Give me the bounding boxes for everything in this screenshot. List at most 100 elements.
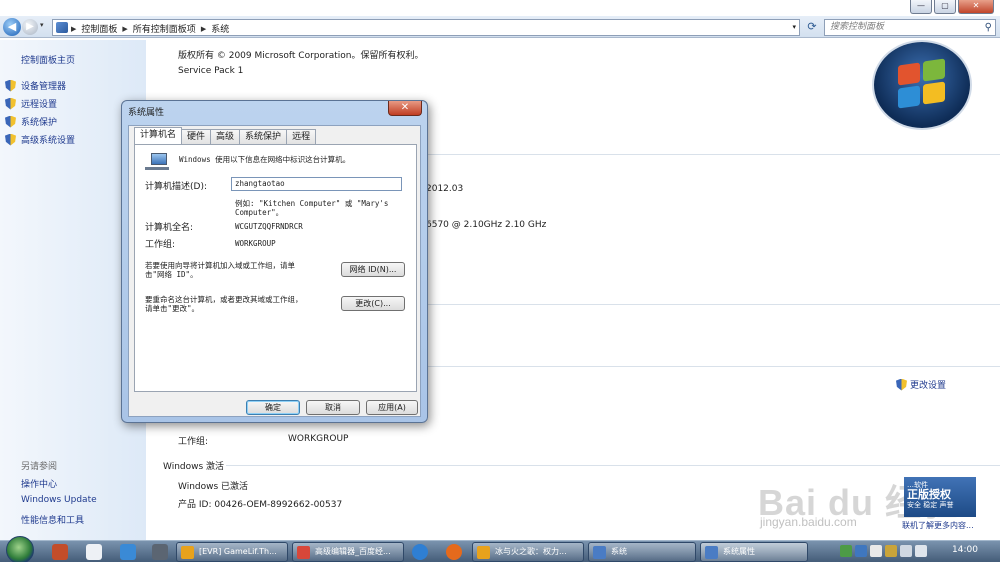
change-button[interactable]: 更改(C)... <box>341 296 405 311</box>
taskbar-item-label: 高级编辑器_百度经... <box>315 547 391 556</box>
taskbar-item-label: 冰与火之歌：权力... <box>495 547 567 556</box>
taskbar-item-system-properties[interactable]: 系统属性 <box>700 542 808 562</box>
intro-text: Windows 使用以下信息在网络中标识这台计算机。 <box>179 155 351 164</box>
quick-launch-icon[interactable] <box>152 544 168 560</box>
maximize-button[interactable]: ▢ <box>934 0 956 14</box>
breadcrumb-separator[interactable]: ▶ <box>201 25 206 33</box>
workgroup-value: WORKGROUP <box>235 239 276 248</box>
product-id-text: 产品 ID: 00426-OEM-8992662-00537 <box>178 500 343 510</box>
quick-launch-icon[interactable] <box>52 544 68 560</box>
rename-text-line1: 要重命名这台计算机，或者更改其域或工作组， <box>145 295 303 304</box>
control-panel-home-link[interactable]: 控制面板主页 <box>21 53 75 66</box>
tab-advanced[interactable]: 高级 <box>210 129 241 144</box>
search-placeholder: 搜索控制面板 <box>830 22 885 32</box>
tray-icon[interactable] <box>840 545 852 557</box>
windows-update-link[interactable]: Windows Update <box>21 495 97 505</box>
forward-button[interactable]: ▶ <box>22 19 38 35</box>
breadcrumb-system[interactable]: 系统 <box>211 22 229 35</box>
workgroup-value: WORKGROUP <box>288 434 349 444</box>
breadcrumb-all-items[interactable]: 所有控制面板项 <box>133 22 196 35</box>
processor-text: 6570 @ 2.10GHz 2.10 GHz <box>426 220 547 230</box>
performance-info-link[interactable]: 性能信息和工具 <box>21 513 84 526</box>
network-computer-icon <box>145 153 169 171</box>
firefox-icon[interactable] <box>446 544 462 560</box>
task-advanced-settings[interactable]: 高级系统设置 <box>5 133 75 146</box>
tab-remote[interactable]: 远程 <box>286 129 317 144</box>
network-id-button[interactable]: 网络 ID(N)... <box>341 262 405 277</box>
address-dropdown-icon[interactable]: ▾ <box>792 23 796 31</box>
tab-system-protection[interactable]: 系统保护 <box>239 129 288 144</box>
system-properties-dialog: 系统属性 ✕ 计算机名 硬件 高级 系统保护 远程 Windows 使用以下信息… <box>121 100 428 423</box>
network-icon[interactable] <box>900 545 912 557</box>
dialog-close-button[interactable]: ✕ <box>388 101 422 116</box>
shield-icon <box>5 133 16 146</box>
search-icon[interactable]: ⚲ <box>985 20 992 35</box>
rating-date-text: 2012.03 <box>426 184 464 194</box>
computer-description-input[interactable]: zhangtaotao <box>231 177 402 191</box>
quick-launch-icon[interactable] <box>86 544 102 560</box>
section-divider <box>426 304 1000 305</box>
clock[interactable]: 14:00 <box>952 545 978 555</box>
genuine-line3: 安全 稳定 声誉 <box>907 501 954 509</box>
system-properties-icon <box>705 546 718 559</box>
change-settings-link[interactable]: 更改设置 <box>896 378 946 391</box>
cancel-button[interactable]: 取消 <box>306 400 360 415</box>
ie-icon[interactable] <box>412 544 428 560</box>
start-button[interactable] <box>6 536 34 562</box>
tab-hardware[interactable]: 硬件 <box>181 129 212 144</box>
back-button[interactable]: ◀ <box>3 18 21 36</box>
change-settings-label: 更改设置 <box>910 381 947 391</box>
breadcrumb-separator[interactable]: ▶ <box>71 25 76 33</box>
address-input[interactable]: ▶ 控制面板 ▶ 所有控制面板项 ▶ 系统 ▾ <box>52 19 800 36</box>
action-center-link[interactable]: 操作中心 <box>21 477 57 490</box>
taskbar-item-system[interactable]: 系统 <box>588 542 696 562</box>
shield-icon <box>896 378 907 391</box>
system-tray <box>840 545 927 557</box>
workgroup-label: 工作组: <box>178 437 209 447</box>
task-device-manager[interactable]: 设备管理器 <box>5 79 66 92</box>
minimize-button[interactable]: — <box>910 0 932 14</box>
task-remote-settings[interactable]: 远程设置 <box>5 97 57 110</box>
taskbar-item-evr[interactable]: [EVR] GameLif.Th... <box>176 542 288 562</box>
task-system-protection[interactable]: 系统保护 <box>5 115 57 128</box>
taskbar-item-label: [EVR] GameLif.Th... <box>199 547 277 556</box>
shield-icon <box>5 115 16 128</box>
breadcrumb-separator[interactable]: ▶ <box>122 25 127 33</box>
quick-launch-icon[interactable] <box>120 544 136 560</box>
taskbar-item-browser[interactable]: 高级编辑器_百度经... <box>292 542 404 562</box>
taskbar-item-label: 系统 <box>611 547 627 556</box>
window-controls: — ▢ ✕ <box>910 0 994 14</box>
shield-icon <box>5 97 16 110</box>
section-divider <box>426 154 1000 155</box>
recent-pages-dropdown[interactable]: ▾ <box>40 21 44 29</box>
tray-icon[interactable] <box>885 545 897 557</box>
genuine-microsoft-badge: …软件 正版授权 安全 稳定 声誉 <box>904 477 976 517</box>
ok-button[interactable]: 确定 <box>246 400 300 415</box>
taskbar-item-video[interactable]: 冰与火之歌：权力... <box>472 542 584 562</box>
genuine-title: 正版授权 <box>907 488 951 501</box>
tray-icon[interactable] <box>870 545 882 557</box>
breadcrumb-control-panel[interactable]: 控制面板 <box>81 22 117 35</box>
tab-computer-name[interactable]: 计算机名 <box>134 127 183 144</box>
shield-icon <box>5 79 16 92</box>
section-divider <box>426 366 1000 367</box>
dialog-body: 计算机名 硬件 高级 系统保护 远程 Windows 使用以下信息在网络中标识这… <box>128 125 421 417</box>
task-label: 系统保护 <box>21 118 58 128</box>
refresh-icon[interactable]: ⟳ <box>804 19 820 36</box>
full-name-label: 计算机全名: <box>145 223 194 233</box>
tray-icon[interactable] <box>855 545 867 557</box>
breadcrumb: ▶ 控制面板 ▶ 所有控制面板项 ▶ 系统 <box>71 22 229 36</box>
video-icon <box>477 546 490 559</box>
taskbar: [EVR] GameLif.Th... 高级编辑器_百度经... 冰与火之歌：权… <box>0 536 1000 562</box>
dialog-tabs: 计算机名 硬件 高级 系统保护 远程 <box>134 127 317 144</box>
close-button[interactable]: ✕ <box>958 0 994 14</box>
example-text-line2: Computer"。 <box>235 208 284 217</box>
volume-icon[interactable] <box>915 545 927 557</box>
description-label: 计算机描述(D): <box>145 182 207 192</box>
learn-more-online-link[interactable]: 联机了解更多内容... <box>902 520 974 531</box>
search-input[interactable]: 搜索控制面板 ⚲ <box>824 19 996 36</box>
workgroup-label: 工作组: <box>145 240 176 250</box>
see-also-heading: 另请参阅 <box>21 462 58 472</box>
taskbar-item-label: 系统属性 <box>723 547 755 556</box>
apply-button[interactable]: 应用(A) <box>366 400 418 415</box>
